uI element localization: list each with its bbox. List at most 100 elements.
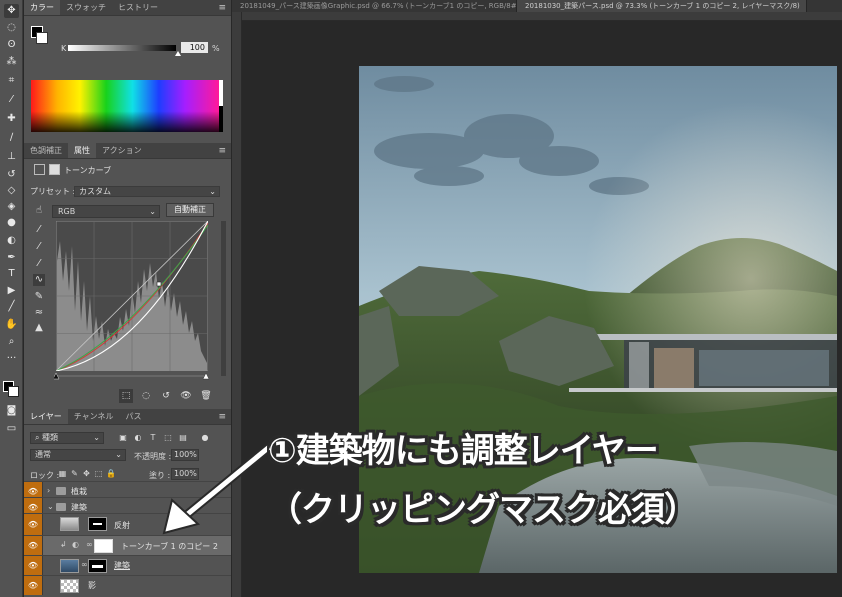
channel-select[interactable]: RGB ⌄ bbox=[52, 205, 160, 218]
input-slider[interactable] bbox=[54, 372, 210, 380]
preset-value: カスタム bbox=[79, 187, 111, 196]
visibility-eye-icon[interactable]: 👁 bbox=[24, 576, 43, 595]
line-icon[interactable]: ╱ bbox=[4, 300, 19, 314]
color-spectrum[interactable] bbox=[31, 80, 219, 132]
visibility-eye-icon[interactable]: 👁 bbox=[24, 536, 43, 555]
layer-row[interactable]: 👁 ∞ 建築 bbox=[24, 555, 231, 575]
visibility-icon[interactable]: 👁 bbox=[179, 389, 193, 403]
panel-menu-icon[interactable]: ≡ bbox=[218, 146, 226, 156]
lock-position-icon[interactable]: ✥ bbox=[82, 469, 91, 479]
k-value-field[interactable]: 100 bbox=[181, 42, 208, 53]
magic-wand-icon[interactable]: ⁂ bbox=[4, 55, 19, 69]
crop-icon[interactable]: ⌗ bbox=[4, 74, 19, 88]
chevron-down-icon[interactable]: ⌄ bbox=[47, 502, 54, 511]
lasso-icon[interactable]: ʘ bbox=[4, 38, 19, 52]
tab-channels[interactable]: チャンネル bbox=[68, 409, 120, 424]
lock-image-icon[interactable]: ✎ bbox=[70, 469, 79, 479]
lock-transparent-icon[interactable]: ▦ bbox=[58, 469, 67, 479]
layer-mask-thumbnail bbox=[88, 517, 107, 531]
layer-name: 建築 bbox=[71, 503, 87, 512]
lock-artboard-icon[interactable]: ⬚ bbox=[94, 469, 103, 479]
k-slider[interactable] bbox=[68, 45, 176, 51]
properties-scrollbar[interactable] bbox=[221, 221, 226, 376]
background-color-swatch[interactable] bbox=[8, 386, 19, 397]
spectrum-black-chip[interactable] bbox=[219, 106, 223, 132]
color-background-chip[interactable] bbox=[36, 32, 48, 44]
folder-icon bbox=[56, 503, 66, 511]
screen-mode-icon[interactable]: ▭ bbox=[4, 422, 19, 436]
dodge-icon[interactable]: ◐ bbox=[4, 234, 19, 248]
gray-point-eyedropper-icon[interactable]: ⁄ bbox=[33, 241, 45, 253]
healing-icon[interactable]: ✚ bbox=[4, 112, 19, 126]
eraser-icon[interactable]: ◇ bbox=[4, 184, 19, 198]
on-image-adjust-icon[interactable]: ☝ bbox=[33, 205, 45, 217]
type-icon[interactable]: T bbox=[4, 267, 19, 281]
history-brush-icon[interactable]: ↺ bbox=[4, 168, 19, 182]
layer-name: 植栽 bbox=[71, 487, 87, 496]
quick-mask-icon[interactable]: ◙ bbox=[4, 404, 19, 418]
black-point-eyedropper-icon[interactable]: ⁄ bbox=[33, 224, 45, 236]
curves-graph[interactable] bbox=[56, 221, 208, 371]
pen-icon[interactable]: ✒ bbox=[4, 251, 19, 265]
clip-to-layer-icon[interactable]: ⬚ bbox=[119, 389, 133, 403]
spectrum-white-chip[interactable] bbox=[219, 80, 223, 106]
preset-select[interactable]: カスタム ⌄ bbox=[74, 186, 220, 197]
clipping-warning-icon[interactable]: ▲ bbox=[33, 322, 45, 334]
layer-mask-icon[interactable] bbox=[49, 164, 60, 175]
smooth-curve-icon[interactable]: ≈ bbox=[33, 307, 45, 319]
layer-name: 影 bbox=[88, 581, 96, 590]
brush-icon[interactable]: ∕ bbox=[4, 131, 19, 145]
tab-properties[interactable]: 属性 bbox=[68, 143, 96, 158]
lock-all-icon[interactable]: 🔒 bbox=[106, 469, 116, 479]
layer-thumbnail bbox=[60, 559, 79, 573]
path-select-icon[interactable]: ▶ bbox=[4, 284, 19, 298]
auto-button[interactable]: 自動補正 bbox=[166, 203, 214, 217]
tab-color[interactable]: カラー bbox=[24, 0, 60, 15]
tab-history[interactable]: ヒストリー bbox=[112, 0, 164, 15]
view-previous-icon[interactable]: ◌ bbox=[139, 389, 153, 403]
preset-label: プリセット : bbox=[30, 187, 76, 196]
pencil-draw-icon[interactable]: ✎ bbox=[33, 291, 45, 303]
layer-filter-value: 種類 bbox=[42, 433, 59, 442]
blur-icon[interactable]: ● bbox=[4, 216, 19, 230]
tab-actions[interactable]: アクション bbox=[96, 143, 148, 158]
hand-icon[interactable]: ✋ bbox=[4, 318, 19, 332]
blend-mode-select[interactable]: 通常 ⌄ bbox=[30, 449, 126, 461]
panel-menu-icon[interactable]: ≡ bbox=[218, 412, 226, 422]
filter-adjustment-icon[interactable]: ◐ bbox=[133, 432, 143, 443]
stamp-icon[interactable]: ⊥ bbox=[4, 150, 19, 164]
panel-menu-icon[interactable]: ≡ bbox=[218, 3, 226, 13]
document-tab[interactable]: 20181049_パース建築画像Graphic.psd @ 66.7% (トーン… bbox=[232, 0, 517, 12]
layer-row[interactable]: 👁 影 bbox=[24, 575, 231, 595]
tab-swatches[interactable]: スウォッチ bbox=[60, 0, 112, 15]
bucket-icon[interactable]: ◈ bbox=[4, 200, 19, 214]
properties-footer: ⬚ ◌ ↺ 👁 🗑 bbox=[119, 389, 229, 403]
layer-name: 建築 bbox=[114, 561, 130, 570]
curve-point[interactable] bbox=[156, 281, 162, 287]
trash-icon[interactable]: 🗑 bbox=[199, 389, 213, 403]
curve-point-edit-icon[interactable]: ∿ bbox=[33, 274, 45, 286]
properties-title: トーンカーブ bbox=[64, 166, 112, 175]
white-point-eyedropper-icon[interactable]: ⁄ bbox=[33, 258, 45, 270]
reset-icon[interactable]: ↺ bbox=[159, 389, 173, 403]
layer-filter-select[interactable]: ⌕ 種類 ⌄ bbox=[30, 432, 104, 444]
visibility-eye-icon[interactable]: 👁 bbox=[24, 514, 43, 535]
marquee-icon[interactable]: ◌ bbox=[4, 21, 19, 35]
search-icon: ⌕ bbox=[35, 433, 43, 442]
eyedropper-icon[interactable]: ⁄ bbox=[4, 93, 19, 107]
channel-value: RGB bbox=[58, 207, 76, 216]
zoom-icon[interactable]: ⌕ bbox=[4, 335, 19, 349]
tab-layers[interactable]: レイヤー bbox=[24, 409, 68, 424]
more-tools-icon[interactable]: ··· bbox=[4, 352, 19, 366]
move-icon[interactable]: ✥ bbox=[4, 4, 19, 18]
tab-paths[interactable]: パス bbox=[120, 409, 148, 424]
chevron-right-icon[interactable]: › bbox=[47, 486, 50, 495]
filter-pixel-icon[interactable]: ▣ bbox=[118, 432, 128, 443]
tab-adjustments[interactable]: 色調補正 bbox=[24, 143, 68, 158]
annotation-line-1: ①建築物にも調整レイヤー bbox=[268, 431, 659, 471]
visibility-eye-icon[interactable]: 👁 bbox=[24, 556, 43, 575]
chevron-down-icon: ⌄ bbox=[149, 207, 156, 216]
curves-adjustment-icon[interactable] bbox=[34, 164, 45, 175]
lock-label: ロック : bbox=[30, 471, 60, 480]
document-tab-active[interactable]: 20181030_建築パース.psd @ 73.3% (トーンカーブ 1 のコピ… bbox=[517, 0, 807, 12]
